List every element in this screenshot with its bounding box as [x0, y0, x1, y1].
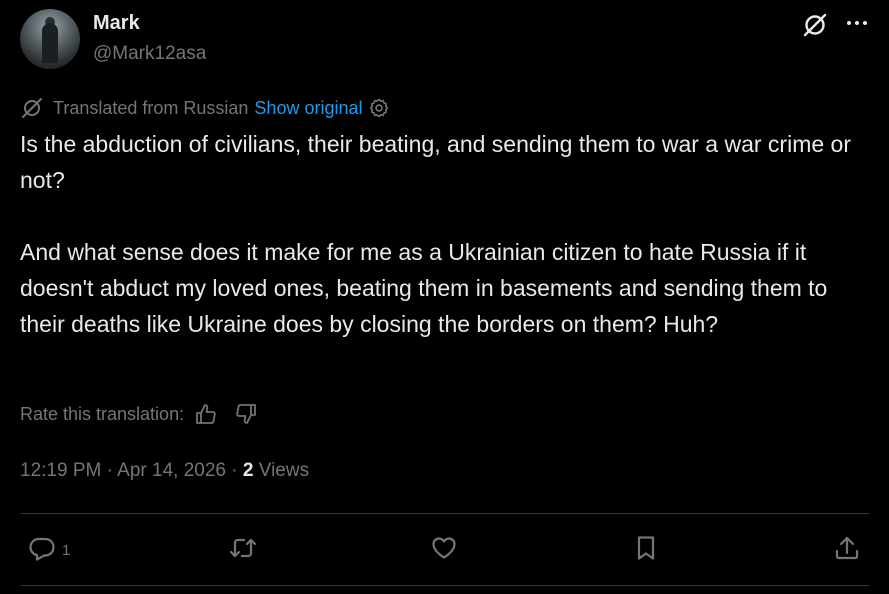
author-handle[interactable]: @Mark12asa — [93, 43, 206, 65]
avatar[interactable] — [20, 9, 80, 69]
views-label: Views — [258, 460, 310, 481]
author-display-name[interactable]: Mark — [93, 12, 140, 35]
heart-icon — [430, 534, 458, 567]
rate-translation-label: Rate this translation: — [20, 403, 185, 424]
like-button[interactable] — [430, 530, 458, 570]
retweet-button[interactable] — [229, 530, 257, 570]
gear-icon[interactable] — [368, 97, 390, 119]
thumbs-up-icon[interactable] — [194, 402, 218, 426]
meta-separator: · — [106, 460, 118, 481]
translation-bar: Translated from Russian Show original — [20, 96, 390, 120]
avatar-figure — [42, 23, 58, 63]
rate-translation-row: Rate this translation: — [20, 400, 258, 428]
reply-count: 1 — [62, 541, 71, 559]
grok-icon[interactable] — [801, 11, 829, 39]
translation-label: Translated from Russian — [53, 97, 249, 118]
tweet-date[interactable]: Apr 14, 2026 — [117, 460, 226, 481]
reply-icon — [28, 534, 56, 567]
bookmark-icon — [632, 534, 660, 567]
tweet-time[interactable]: 12:19 PM — [20, 460, 101, 481]
share-button[interactable] — [833, 530, 861, 570]
bookmark-button[interactable] — [632, 530, 660, 570]
divider — [20, 585, 869, 586]
translate-icon — [20, 96, 44, 120]
tweet-paragraph: And what sense does it make for me as a … — [20, 239, 828, 337]
views-count: 2 — [242, 460, 254, 481]
more-icon[interactable] — [843, 11, 871, 35]
tweet-text: Is the abduction of civilians, their bea… — [20, 126, 875, 342]
retweet-icon — [229, 534, 257, 567]
share-icon — [833, 534, 861, 567]
tweet-paragraph: Is the abduction of civilians, their bea… — [20, 131, 851, 193]
divider — [20, 513, 869, 514]
reply-button[interactable]: 1 — [28, 530, 70, 570]
action-bar: 1 — [0, 530, 889, 570]
tweet-meta: 12:19 PM · Apr 14, 2026 · 2 Views — [20, 460, 309, 482]
thumbs-down-icon[interactable] — [234, 402, 258, 426]
meta-separator: · — [231, 460, 243, 481]
show-original-link[interactable]: Show original — [254, 98, 362, 119]
